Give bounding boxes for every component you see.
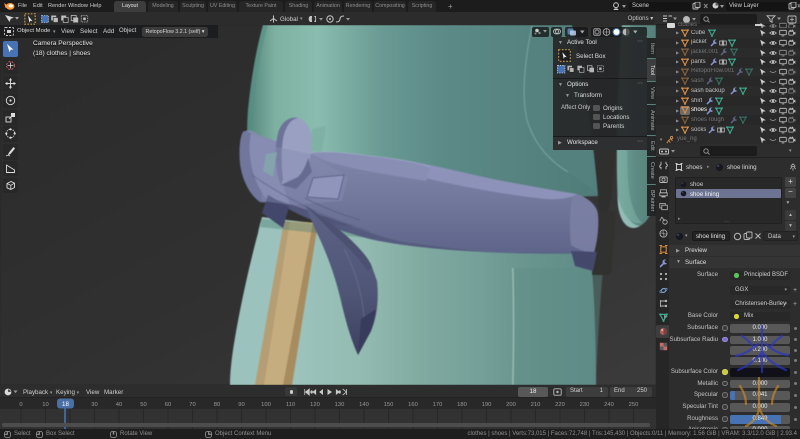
svg-text:220: 220 bbox=[555, 402, 565, 408]
svg-text:140: 140 bbox=[359, 402, 369, 408]
svg-text:50: 50 bbox=[140, 402, 146, 408]
svg-text:160: 160 bbox=[408, 402, 418, 408]
svg-text:130: 130 bbox=[335, 402, 345, 408]
svg-text:40: 40 bbox=[116, 402, 122, 408]
svg-text:110: 110 bbox=[286, 402, 295, 408]
svg-text:60: 60 bbox=[165, 402, 171, 408]
svg-text:80: 80 bbox=[214, 402, 220, 408]
svg-text:230: 230 bbox=[580, 402, 590, 408]
svg-text:100: 100 bbox=[261, 402, 271, 408]
svg-text:240: 240 bbox=[604, 402, 614, 408]
svg-text:170: 170 bbox=[433, 402, 443, 408]
svg-text:0: 0 bbox=[19, 402, 22, 408]
svg-text:10: 10 bbox=[42, 402, 48, 408]
svg-text:180: 180 bbox=[457, 402, 467, 408]
svg-text:150: 150 bbox=[384, 402, 394, 408]
svg-text:120: 120 bbox=[310, 402, 320, 408]
svg-text:90: 90 bbox=[238, 402, 244, 408]
svg-text:190: 190 bbox=[482, 402, 492, 408]
svg-text:18: 18 bbox=[62, 401, 69, 408]
svg-text:200: 200 bbox=[506, 402, 516, 408]
svg-text:250: 250 bbox=[629, 402, 639, 408]
svg-text:70: 70 bbox=[189, 402, 195, 408]
svg-text:30: 30 bbox=[91, 402, 97, 408]
svg-text:210: 210 bbox=[531, 402, 541, 408]
